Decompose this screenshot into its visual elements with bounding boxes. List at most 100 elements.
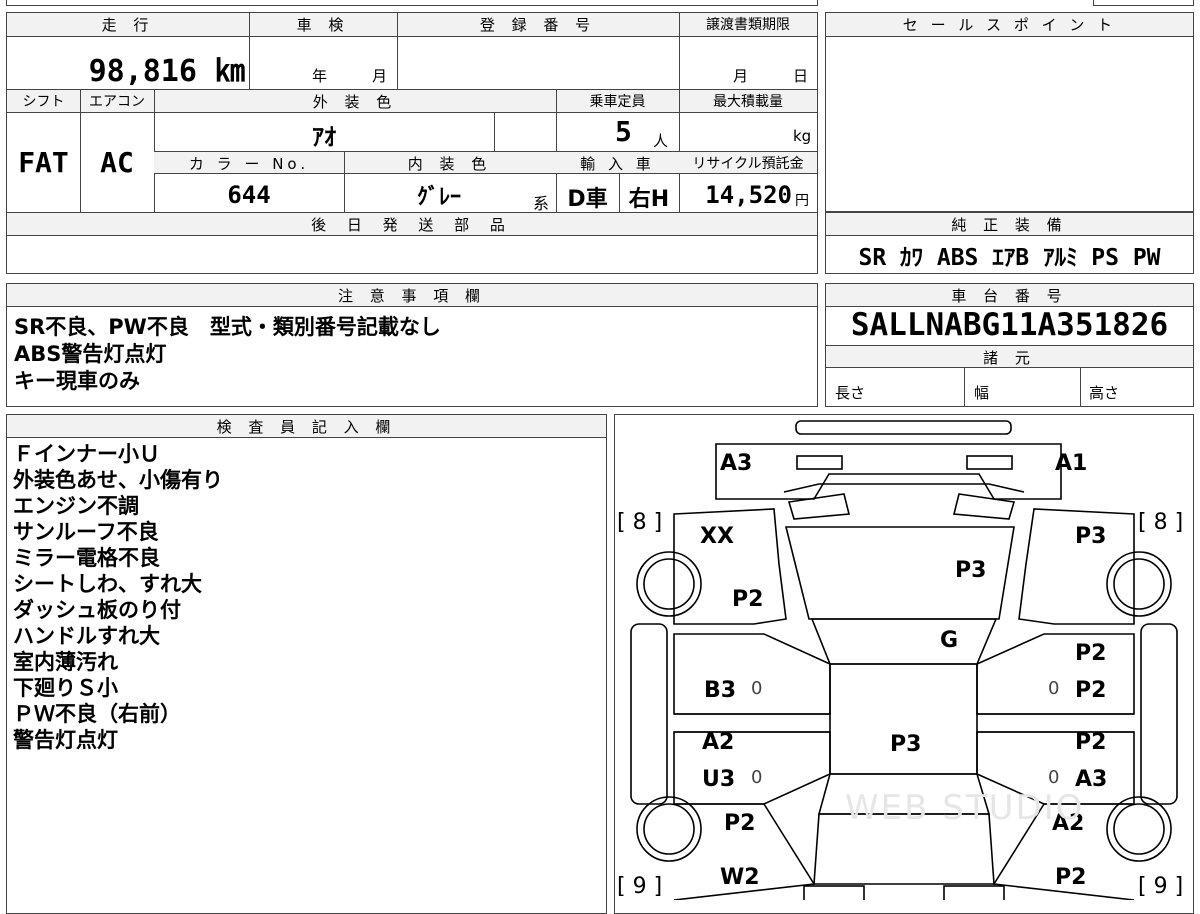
chassis-number: SALLNABG11A351826 xyxy=(850,307,1169,343)
label-hood: P3 xyxy=(955,558,987,583)
interior-color-label: 内 装 色 xyxy=(407,155,493,173)
inspection-month-unit: 月 xyxy=(372,67,388,85)
mileage-label: 走 行 xyxy=(101,16,155,34)
tire-front-left: [ 8 ] xyxy=(617,510,663,535)
max-load-label: 最大積載量 xyxy=(713,94,783,110)
inspector-line: 外装色あせ、小傷有り xyxy=(13,468,223,492)
shift-label: シフト xyxy=(22,94,65,110)
notes-label: 注 意 事 項 欄 xyxy=(337,287,487,305)
later-parts-label: 後 日 発 送 部 品 xyxy=(311,216,513,234)
height-label: 高さ xyxy=(1089,384,1120,402)
label-rear-left: W2 xyxy=(720,865,760,890)
registration-label: 登 録 番 号 xyxy=(479,16,597,34)
chassis-label: 車 台 番 号 xyxy=(951,287,1068,305)
roof xyxy=(829,663,978,775)
shift-value: FAT xyxy=(18,146,69,179)
transfer-month-unit: 月 xyxy=(733,67,749,85)
label-front-right: A1 xyxy=(1055,451,1088,476)
rear-bumper-left xyxy=(803,885,865,900)
label-rf-door-upper: P2 xyxy=(1075,641,1107,666)
inspector-label: 検 査 員 記 入 欄 xyxy=(216,418,397,436)
inspection-year-unit: 年 xyxy=(312,67,328,85)
inspector-line: ミラー電格不良 xyxy=(13,546,160,570)
recycle-value: 14,520 xyxy=(705,181,792,209)
import-value-1: D車 xyxy=(567,187,608,212)
inspector-line: サンルーフ不良 xyxy=(13,520,159,544)
color-no-label: カ ラ ー No. xyxy=(188,155,310,173)
import-label: 輸 入 車 xyxy=(580,155,655,173)
label-lr-door-a: A2 xyxy=(702,730,735,755)
rear-bumper-right xyxy=(943,885,1005,900)
notes-line: キー現車のみ xyxy=(14,369,140,393)
color-no-value: 644 xyxy=(227,181,271,209)
left-front-wheel xyxy=(636,551,702,617)
interior-color-value: ｸﾞﾚｰ xyxy=(416,185,461,210)
tire-rear-left: [ 9 ] xyxy=(617,874,663,899)
label-lf-door: B3 xyxy=(704,678,737,703)
inspector-line: ダッシュ板のり付 xyxy=(13,598,181,622)
inspector-line: ＰＷ不良（右前） xyxy=(13,702,181,726)
genuine-equipment-value: SR ｶﾜ ABS ｴｱB ｱﾙﾐ PS PW xyxy=(858,245,1161,271)
left-rear-wheel xyxy=(636,796,702,862)
label-fr-fender: P3 xyxy=(1075,524,1107,549)
tire-rear-right: [ 9 ] xyxy=(1138,874,1184,899)
right-light xyxy=(966,455,1013,470)
label-rr-door-a: P2 xyxy=(1075,730,1107,755)
notes-line: SR不良、PW不良 型式・類別番号記載なし xyxy=(14,315,441,339)
watermark: WEB STUDIO xyxy=(845,788,1085,828)
label-zero: 0 xyxy=(1048,767,1060,788)
label-windshield: G xyxy=(940,628,959,653)
label-lr-door-b: U3 xyxy=(702,767,736,792)
interior-suffix: 系 xyxy=(533,194,550,213)
label-zero: 0 xyxy=(751,678,763,699)
capacity-value: 5 xyxy=(615,115,632,148)
right-front-wheel xyxy=(1106,551,1172,617)
capacity-label: 乗車定員 xyxy=(589,94,646,110)
front-bumper xyxy=(715,443,1062,500)
notes-line: ABS警告灯点灯 xyxy=(14,342,167,366)
front-bumper-bar xyxy=(795,420,1012,435)
windshield xyxy=(810,618,998,665)
left-front-door xyxy=(673,633,831,715)
recycle-label: リサイクル預託金 xyxy=(692,156,804,172)
inspector-lines: Ｆインナー小Ｕ 外装色あせ、小傷有り エンジン不調 サンルーフ不良 ミラー電格不… xyxy=(13,441,223,753)
inspector-line: エンジン不調 xyxy=(13,494,139,518)
aircon-value: AC xyxy=(100,146,134,179)
tire-front-right: [ 8 ] xyxy=(1138,510,1184,535)
top-strip xyxy=(6,0,818,6)
max-load-unit: kg xyxy=(793,127,812,145)
length-label: 長さ xyxy=(835,384,866,402)
label-front-left: A3 xyxy=(720,451,753,476)
right-rear-wheel xyxy=(1106,796,1172,862)
right-sill xyxy=(1140,623,1178,805)
genuine-equipment-label: 純 正 装 備 xyxy=(951,216,1068,234)
import-value-2: 右H xyxy=(628,187,670,212)
sales-point-box xyxy=(825,12,1194,212)
left-light xyxy=(796,455,843,470)
inspector-line: シートしわ、すれ大 xyxy=(13,572,202,596)
exterior-color-value: ｱｵ xyxy=(312,123,336,151)
specs-label: 諸 元 xyxy=(983,349,1036,367)
width-label: 幅 xyxy=(974,384,990,402)
exterior-color-label: 外 装 色 xyxy=(312,93,398,111)
inspector-line: 警告灯点灯 xyxy=(13,728,118,752)
inspector-line: 室内薄汚れ xyxy=(13,650,118,674)
mileage-value: 98,816 ㎞ xyxy=(88,54,245,89)
label-fl-fender: XX xyxy=(700,524,734,549)
recycle-unit: 円 xyxy=(795,193,809,209)
label-roof: P3 xyxy=(890,732,922,757)
label-rear-right: P2 xyxy=(1055,865,1087,890)
label-fl-lower: P2 xyxy=(732,587,764,612)
inspection-label: 車 検 xyxy=(296,16,350,34)
sales-point-label: セ ー ル ス ポ イ ン ト xyxy=(902,16,1117,34)
label-zero: 0 xyxy=(1048,678,1060,699)
left-sill xyxy=(630,623,668,805)
inspector-line: 下廻りＳ小 xyxy=(13,676,118,700)
inspector-line: ハンドルすれ大 xyxy=(13,624,160,648)
label-rear-left-fender: P2 xyxy=(724,811,756,836)
transfer-deadline-label: 譲渡書類期限 xyxy=(706,17,790,33)
label-rf-door: P2 xyxy=(1075,678,1107,703)
capacity-unit: 人 xyxy=(653,132,669,150)
inspector-line: Ｆインナー小Ｕ xyxy=(13,442,160,466)
top-strip-right xyxy=(1093,0,1194,6)
